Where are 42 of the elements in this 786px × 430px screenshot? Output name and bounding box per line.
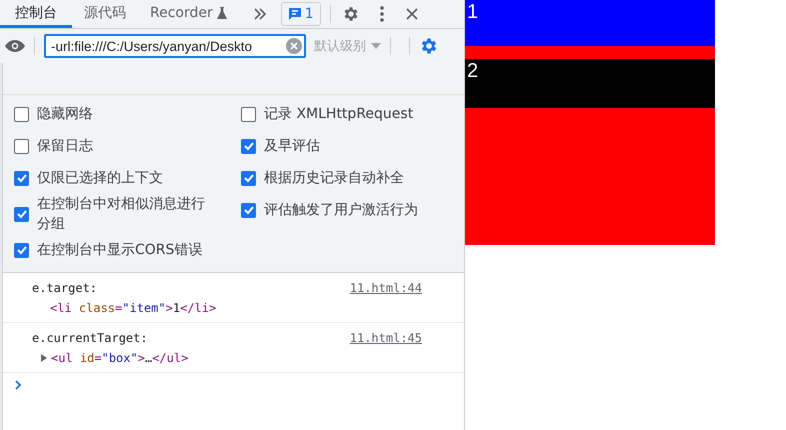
checkbox[interactable]: [241, 170, 256, 186]
expand-triangle-icon[interactable]: [41, 354, 47, 362]
list-item[interactable]: 1: [465, 0, 715, 46]
close-icon[interactable]: [406, 8, 418, 20]
clear-icon[interactable]: [286, 38, 302, 54]
checkbox-label: 及早评估: [264, 137, 321, 156]
filter-field[interactable]: -url:file:///C:/Users/yanyan/Deskto: [44, 34, 306, 58]
checkbox-label: 记录 XMLHttpRequest: [264, 105, 414, 124]
checkbox[interactable]: [14, 206, 29, 222]
caret-icon: [371, 43, 381, 49]
log-message: e.currentTarget:: [32, 330, 148, 347]
more-tabs-icon[interactable]: [252, 8, 267, 20]
checkbox[interactable]: [14, 170, 29, 186]
checkbox[interactable]: [14, 138, 29, 154]
panel-tab[interactable]: 源代码: [72, 0, 138, 28]
checkbox[interactable]: [14, 242, 29, 258]
element-node[interactable]: <ul id="box">…</ul>: [51, 348, 188, 368]
issues-button[interactable]: 1: [280, 2, 321, 26]
checkbox-label: 仅限已选择的上下文: [37, 169, 164, 188]
message-icon: [288, 7, 302, 21]
checkbox-label: 评估触发了用户激活行为: [264, 201, 419, 220]
checkbox-label: 保留日志: [37, 137, 94, 156]
checkbox-label: 在控制台中显示CORS错误: [37, 241, 204, 260]
panel-tab[interactable]: Recorder: [138, 0, 239, 28]
prompt-chevron-icon: [15, 380, 22, 390]
menu-icon[interactable]: [380, 6, 384, 22]
source-link[interactable]: 11.html:45: [350, 328, 422, 348]
list-item[interactable]: 2: [465, 59, 715, 108]
settings-icon[interactable]: [342, 5, 360, 23]
checkbox[interactable]: [241, 106, 256, 122]
checkbox[interactable]: [241, 202, 256, 218]
flask-icon: [216, 6, 227, 18]
element-node[interactable]: <li class="item">1</li>: [50, 298, 216, 318]
eye-icon[interactable]: [5, 40, 25, 52]
checkbox-label: 根据历史记录自动补全: [264, 169, 405, 188]
settings-icon[interactable]: [419, 36, 439, 56]
checkbox-label: 隐藏网络: [37, 105, 94, 124]
source-link[interactable]: 11.html:44: [350, 278, 422, 298]
checkbox[interactable]: [14, 106, 29, 122]
log-message: e.target:: [32, 280, 98, 297]
checkbox[interactable]: [241, 138, 256, 154]
checkbox-label: 在控制台中对相似消息进行分组: [37, 195, 206, 234]
